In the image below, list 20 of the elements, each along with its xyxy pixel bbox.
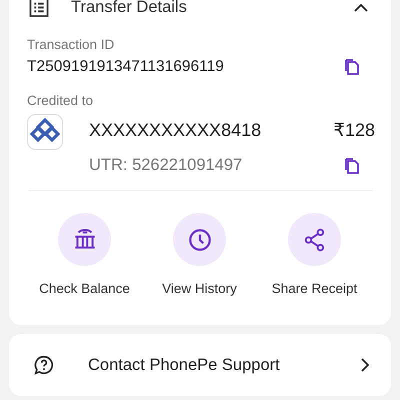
chevron-up-icon[interactable] — [354, 4, 368, 12]
support-row[interactable]: Contact PhonePe Support — [9, 334, 391, 396]
account-number: XXXXXXXXXXX8418 — [89, 120, 262, 141]
section-title: Transfer Details — [71, 0, 188, 17]
copy-icon[interactable] — [344, 158, 360, 174]
action-label: Check Balance — [39, 281, 130, 296]
action-label: Share Receipt — [272, 281, 358, 296]
field-label: Credited to — [27, 93, 94, 108]
amount: ₹128 — [334, 120, 375, 141]
bank-logo-icon — [27, 114, 63, 150]
support-label: Contact PhonePe Support — [88, 356, 281, 374]
clock-icon — [186, 226, 212, 252]
transaction-id: T2509191913471131696119 — [27, 58, 224, 76]
help-chat-icon — [33, 354, 55, 376]
utr-number: UTR: 526221091497 — [89, 156, 242, 175]
chevron-right-icon — [361, 358, 369, 372]
action-label: View History — [162, 281, 237, 296]
list-icon — [29, 0, 49, 17]
copy-icon[interactable] — [344, 59, 360, 75]
field-label: Transaction ID — [27, 37, 116, 52]
